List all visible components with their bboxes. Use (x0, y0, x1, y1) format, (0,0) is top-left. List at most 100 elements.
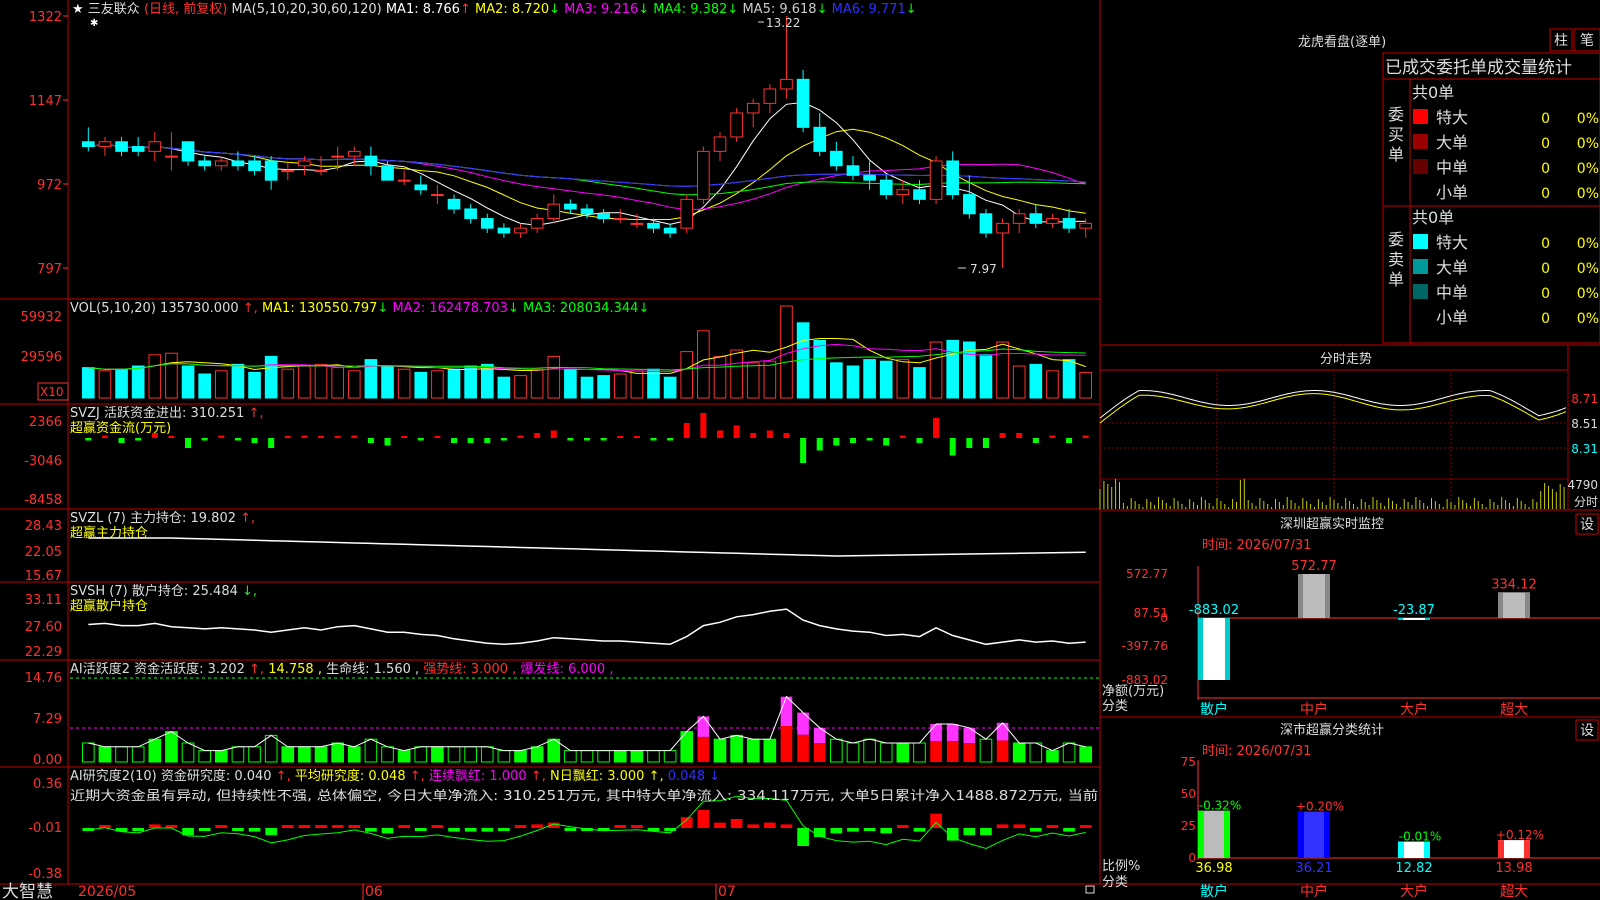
candle-body (663, 227, 677, 234)
candle-body (613, 218, 627, 221)
fund-flow-bar (966, 438, 973, 448)
fund-flow-bar (201, 438, 208, 441)
intraday-vol-max: 4790 (1567, 478, 1598, 492)
order-pct: 0% (1577, 136, 1599, 152)
volume-bar (746, 362, 760, 399)
ai-lifeline-value: 1.560 (374, 662, 411, 677)
candle-body (746, 102, 760, 114)
candle-body (547, 203, 561, 220)
fund-flow-bar (351, 435, 358, 438)
activity-bar (264, 734, 278, 763)
stat-bar-edge (1424, 841, 1430, 858)
volume-bar (447, 368, 461, 399)
activity-bar-top (946, 724, 959, 742)
stat-time: 时间: 2026/07/31 (1202, 744, 1311, 759)
candle-body (813, 126, 827, 152)
research-bar (148, 824, 161, 828)
activity-bar (763, 738, 777, 763)
order-swatch (1413, 234, 1428, 249)
volume-tick: 59932 (21, 310, 62, 325)
ma-arrow: ↓ (817, 2, 828, 17)
fund-flow-bar (766, 430, 773, 438)
up-arrow: ↑, (243, 301, 258, 316)
vol-ma-value: 208034.344 (560, 301, 639, 316)
research-bar (564, 828, 577, 831)
fund-flow-bar (584, 438, 590, 441)
ma-label: MA4: (649, 2, 690, 17)
activity-bar (580, 750, 594, 763)
price-tick: 797 (37, 262, 62, 277)
activity-bar (930, 741, 942, 762)
candle-body (929, 160, 943, 200)
volume-bar (248, 371, 261, 399)
fund-flow-bar (1049, 435, 1056, 438)
activity-bar (1079, 746, 1093, 763)
volume-bar (148, 354, 162, 399)
fund-flow-bar (318, 436, 325, 438)
activity-bar-top (930, 724, 942, 742)
vol-ma-arrow: ↓ (508, 301, 519, 316)
research-bar (348, 825, 361, 828)
svsh-axis: 33.11 27.60 22.29 (25, 593, 62, 660)
fund-flow-bar (334, 436, 341, 438)
stat-category: 大户 (1400, 883, 1428, 900)
activity-bar (564, 750, 577, 763)
stat-category: 中户 (1300, 883, 1328, 900)
order-count: 0 (1541, 286, 1550, 302)
low-price-label: 7.97 (970, 262, 997, 276)
ai-research-value: 0.040 (234, 769, 271, 784)
activity-bar (214, 750, 228, 763)
ai-research-tick: 0.36 (33, 777, 62, 792)
candle-body (98, 141, 112, 148)
ma-value: 9.618 (779, 2, 816, 17)
volume-bar (1012, 365, 1026, 399)
vertical-label-char: 委 (1388, 230, 1404, 249)
svzj-tick: 2366 (29, 415, 62, 430)
volume-bar (730, 349, 743, 399)
candle-body (863, 174, 876, 181)
research-bar (730, 819, 743, 828)
fund-flow-bar (750, 433, 757, 438)
fund-flow-bar (301, 435, 308, 438)
research-bar (531, 824, 543, 828)
candle-body (597, 213, 610, 220)
candle-body (780, 78, 793, 90)
svzl-tick: 28.43 (25, 519, 62, 534)
research-bar (398, 825, 410, 828)
research-bar (614, 825, 627, 828)
stock-name[interactable]: 三友联众 (88, 1, 140, 17)
research-bar (1046, 825, 1059, 828)
fund-flow-bar (949, 438, 956, 456)
svzl-axis: 28.43 22.05 15.67 (25, 519, 62, 584)
research-bar (1013, 824, 1026, 828)
volume-bar (680, 351, 694, 399)
order-pct: 0% (1577, 261, 1599, 277)
ma-arrow: ↓ (906, 2, 917, 17)
stat-bar-edge (1224, 810, 1230, 858)
stat-bar-edge (1524, 840, 1530, 858)
stat-title: 深市超赢分类统计 (1280, 722, 1384, 738)
candle-body (979, 213, 993, 234)
volume-bar (813, 339, 827, 399)
stat-bar-edge (1198, 810, 1204, 858)
candle-body (447, 198, 461, 210)
fund-flow-bar (467, 438, 474, 443)
ai-research-avg: 平均研究度: 0.048 (295, 768, 406, 784)
svzl-subtitle: 超赢主力持仓 (70, 525, 148, 541)
monitor-time: 时间: 2026/07/31 (1202, 538, 1311, 553)
candle-body (248, 160, 261, 172)
activity-bar (248, 746, 261, 763)
activity-bar (148, 738, 162, 763)
volume-bar (663, 376, 677, 399)
activity-bar (497, 750, 511, 763)
volume-bar (1079, 371, 1093, 399)
svzl-header: SVZL (7) 主力持仓: 19.802 ↑, (70, 511, 255, 526)
activity-bar (165, 731, 178, 763)
activity-bar (547, 738, 561, 763)
candle-body (298, 160, 311, 167)
volume-title: VOL(5,10,20) (70, 301, 156, 316)
order-swatch (1413, 284, 1428, 299)
vol-ma-arrow: ↓ (377, 301, 388, 316)
research-bar (1079, 825, 1092, 828)
monitor-bar-edge (1298, 574, 1303, 618)
